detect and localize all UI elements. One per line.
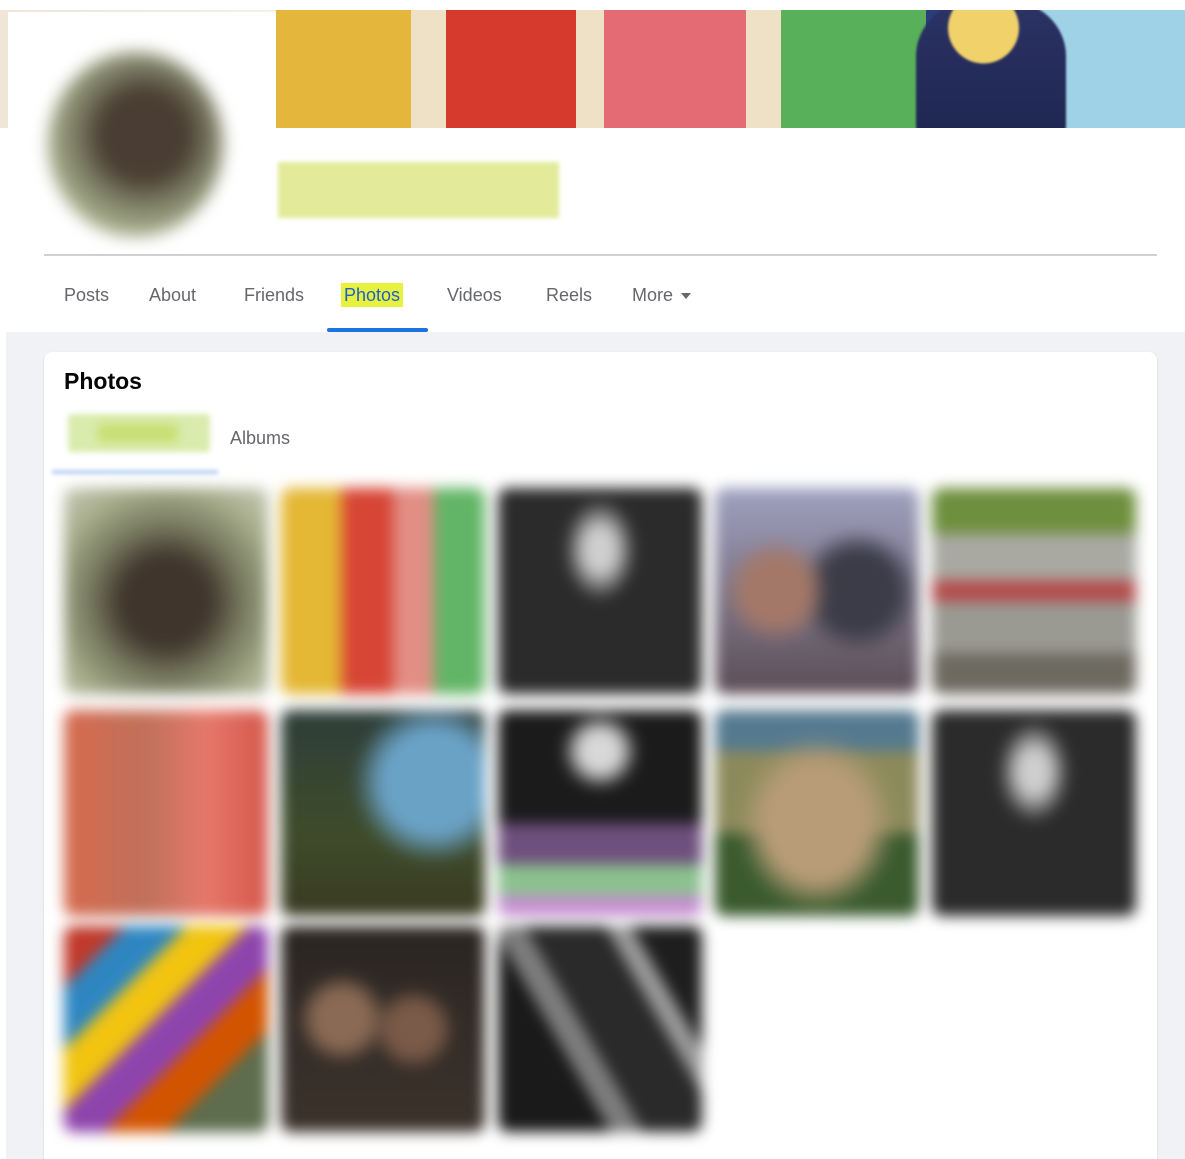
profile-page: Posts About Friends Photos Videos Reels … — [0, 0, 1185, 1159]
tab-posts-label: Posts — [64, 285, 110, 305]
cover-photo[interactable] — [276, 10, 1185, 128]
photo-thumbnail[interactable] — [64, 710, 268, 916]
tab-videos-label: Videos — [447, 285, 502, 305]
photo-grid — [64, 488, 1144, 1138]
tab-more[interactable]: More — [632, 262, 692, 330]
subtab-photos-of-label — [98, 424, 178, 442]
photo-thumbnail[interactable] — [281, 710, 485, 916]
tab-photos-label: Photos — [341, 283, 404, 307]
avatar-frame — [8, 12, 276, 252]
subtab-photos-of[interactable] — [68, 414, 210, 452]
photo-thumbnail[interactable] — [281, 488, 485, 694]
photo-thumbnail[interactable] — [498, 488, 702, 694]
caret-down-icon — [681, 293, 692, 300]
photo-thumbnail[interactable] — [281, 926, 485, 1132]
cover-figure — [916, 10, 1066, 128]
tab-about-label: About — [149, 285, 197, 305]
tab-videos[interactable]: Videos — [447, 262, 502, 330]
header-divider — [44, 254, 1157, 256]
subtab-albums[interactable]: Albums — [230, 428, 290, 449]
tab-about[interactable]: About — [149, 262, 196, 330]
tab-friends[interactable]: Friends — [244, 262, 304, 330]
photo-thumbnail[interactable] — [64, 926, 268, 1132]
tab-photos[interactable]: Photos — [341, 262, 404, 330]
photos-card-title: Photos — [64, 368, 142, 394]
tab-reels-label: Reels — [546, 285, 593, 305]
active-subtab-indicator — [52, 470, 218, 474]
photo-thumbnail[interactable] — [498, 926, 702, 1132]
avatar[interactable] — [48, 52, 223, 237]
tab-reels[interactable]: Reels — [546, 262, 592, 330]
photo-thumbnail[interactable] — [932, 488, 1136, 694]
photo-thumbnail[interactable] — [932, 710, 1136, 916]
photo-thumbnail[interactable] — [715, 488, 919, 694]
photo-thumbnail[interactable] — [64, 488, 268, 694]
tab-posts[interactable]: Posts — [64, 262, 109, 330]
photo-thumbnail[interactable] — [498, 710, 702, 916]
tab-friends-label: Friends — [244, 285, 305, 305]
profile-name-highlight — [278, 162, 559, 218]
photo-thumbnail[interactable] — [715, 710, 919, 916]
tab-more-label: More — [632, 285, 674, 305]
